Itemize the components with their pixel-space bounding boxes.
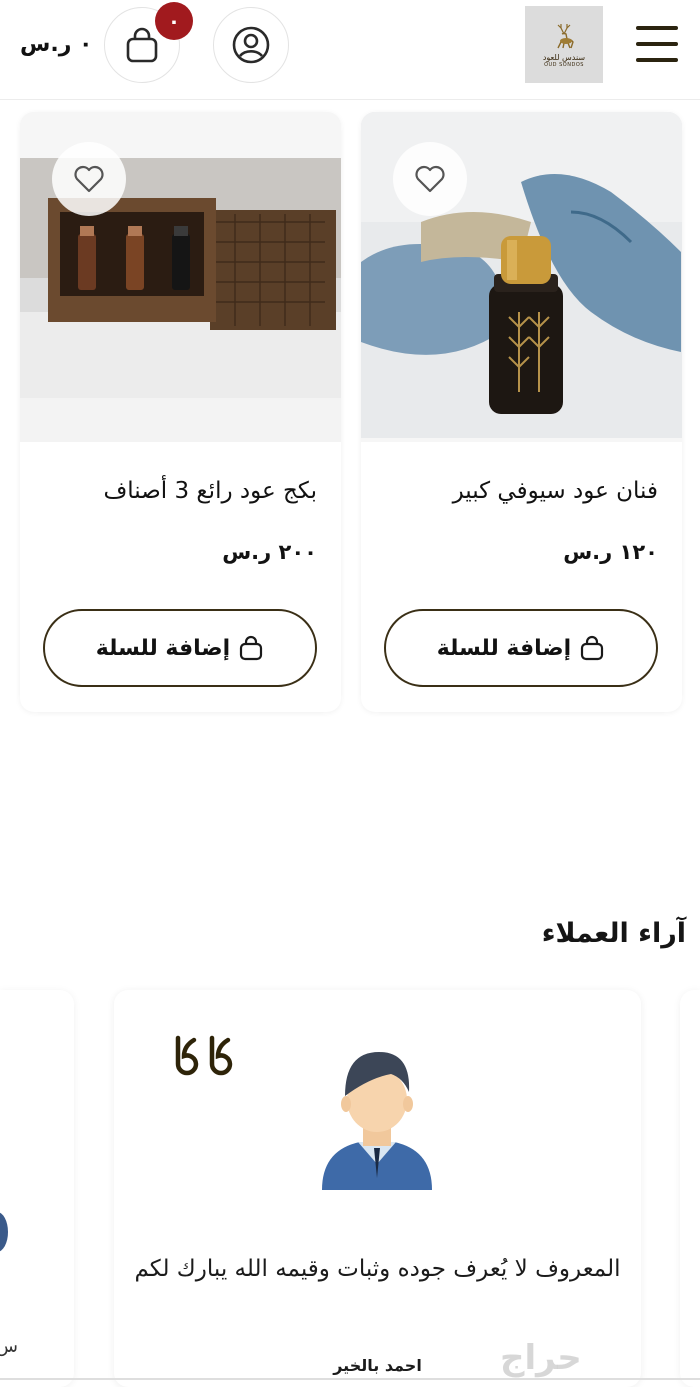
product-price: ١٢٠ ر.س: [563, 540, 658, 564]
add-to-cart-button[interactable]: إضافة للسلة: [43, 609, 317, 687]
heart-icon: [74, 165, 104, 193]
reviewer-avatar: [322, 1052, 432, 1190]
product-card[interactable]: بكج عود رائع 3 أصناف ٢٠٠ ر.س إضافة للسلة: [20, 112, 341, 712]
product-name[interactable]: فنان عود سيوفي كبير: [453, 478, 658, 504]
menu-bar: [636, 42, 678, 46]
product-card[interactable]: فنان عود سيوفي كبير ١٢٠ ر.س إضافة للسلة: [361, 112, 682, 712]
logo-english-text: OUD SONDOS: [544, 61, 584, 68]
site-header: ٠ ر.س ٠ سندس للعود OUD SONDOS: [0, 0, 700, 100]
review-card-peek[interactable]: [680, 990, 700, 1387]
product-price: ٢٠٠ ر.س: [222, 540, 317, 564]
cart-count-badge: ٠: [155, 2, 193, 40]
hamburger-menu-button[interactable]: [636, 26, 678, 62]
user-icon: [232, 26, 270, 64]
product-image[interactable]: [361, 112, 682, 442]
add-to-cart-label: إضافة للسلة: [95, 635, 231, 661]
watermark-logo: حراج: [500, 1338, 582, 1378]
logo-arabic-text: سندس للعود: [542, 52, 586, 62]
avatar-peek: [0, 1212, 8, 1252]
shopping-bag-icon: [240, 635, 263, 661]
cart-total: ٠ ر.س: [20, 32, 93, 57]
review-text: المعروف لا يُعرف جوده وثبات وقيمه الله ي…: [134, 1256, 621, 1282]
product-image[interactable]: [20, 112, 341, 442]
deer-logo-icon: [557, 23, 574, 48]
account-button[interactable]: [213, 7, 289, 83]
review-text-peek: س: [0, 1336, 18, 1357]
product-name[interactable]: بكج عود رائع 3 أصناف: [103, 478, 317, 504]
menu-bar: [636, 26, 678, 30]
quote-icon: [175, 1035, 233, 1076]
reviews-section-title: آراء العملاء: [541, 918, 686, 949]
review-card[interactable]: المعروف لا يُعرف جوده وثبات وقيمه الله ي…: [114, 990, 641, 1387]
menu-bar: [636, 58, 678, 62]
heart-icon: [415, 165, 445, 193]
site-logo[interactable]: سندس للعود OUD SONDOS: [525, 6, 603, 83]
add-to-cart-label: إضافة للسلة: [436, 635, 572, 661]
add-to-cart-button[interactable]: إضافة للسلة: [384, 609, 658, 687]
shopping-bag-icon: [581, 635, 604, 661]
bottom-divider: [0, 1378, 700, 1380]
wishlist-button[interactable]: [52, 142, 126, 216]
wishlist-button[interactable]: [393, 142, 467, 216]
review-card-peek[interactable]: س: [0, 990, 74, 1387]
shopping-bag-icon: [126, 27, 158, 63]
